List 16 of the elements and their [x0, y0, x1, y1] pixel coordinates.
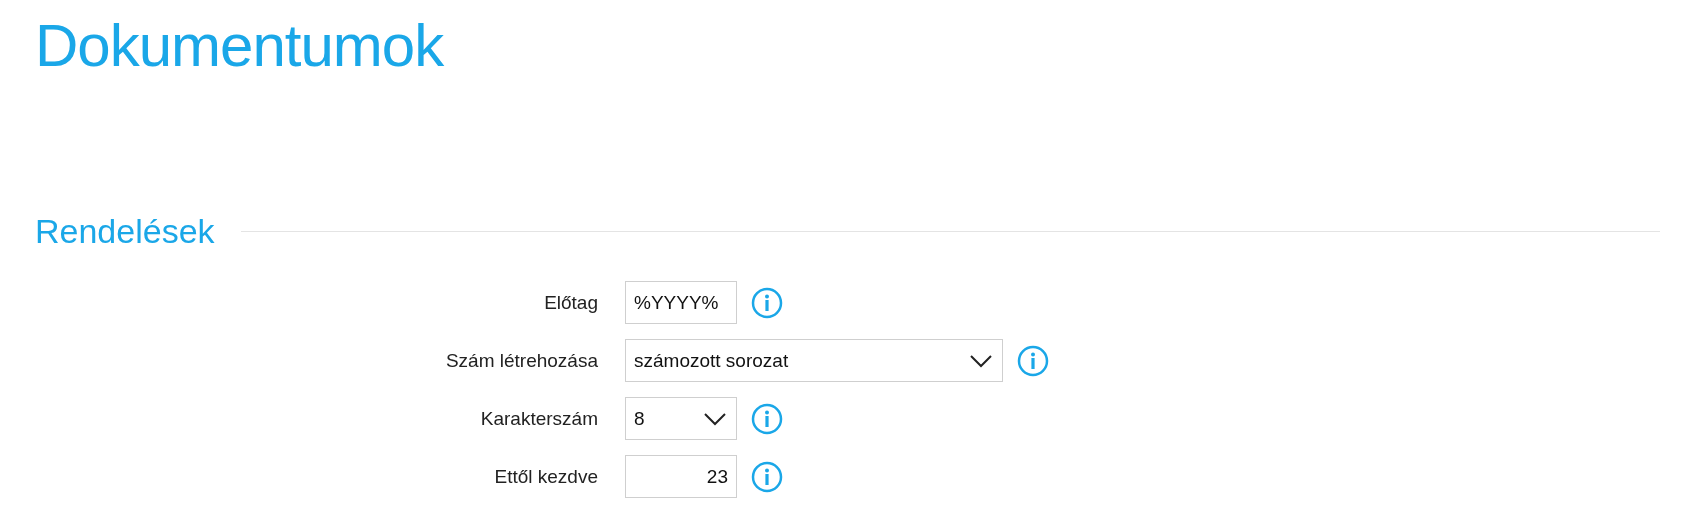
number-input[interactable]: 23 [625, 455, 737, 498]
field-label: Előtag [543, 291, 598, 314]
field-label: Karakterszám [479, 407, 598, 430]
info-icon[interactable] [1017, 344, 1049, 377]
info-icon[interactable] [751, 286, 783, 319]
caret-icon [970, 353, 992, 368]
field-label: Ettől kezdve [493, 465, 598, 488]
field-label: Szám létrehozása [444, 349, 598, 372]
info-icon[interactable] [751, 460, 783, 493]
dropdown[interactable]: 8 [625, 397, 737, 440]
section-title: Rendelések [35, 212, 215, 251]
info-icon[interactable] [751, 402, 783, 435]
prefix-input[interactable]: %YYYY% [625, 281, 737, 324]
page-title: Dokumentumok [35, 11, 445, 81]
caret-icon [704, 411, 726, 426]
dropdown[interactable]: számozott sorozat [625, 339, 1003, 382]
